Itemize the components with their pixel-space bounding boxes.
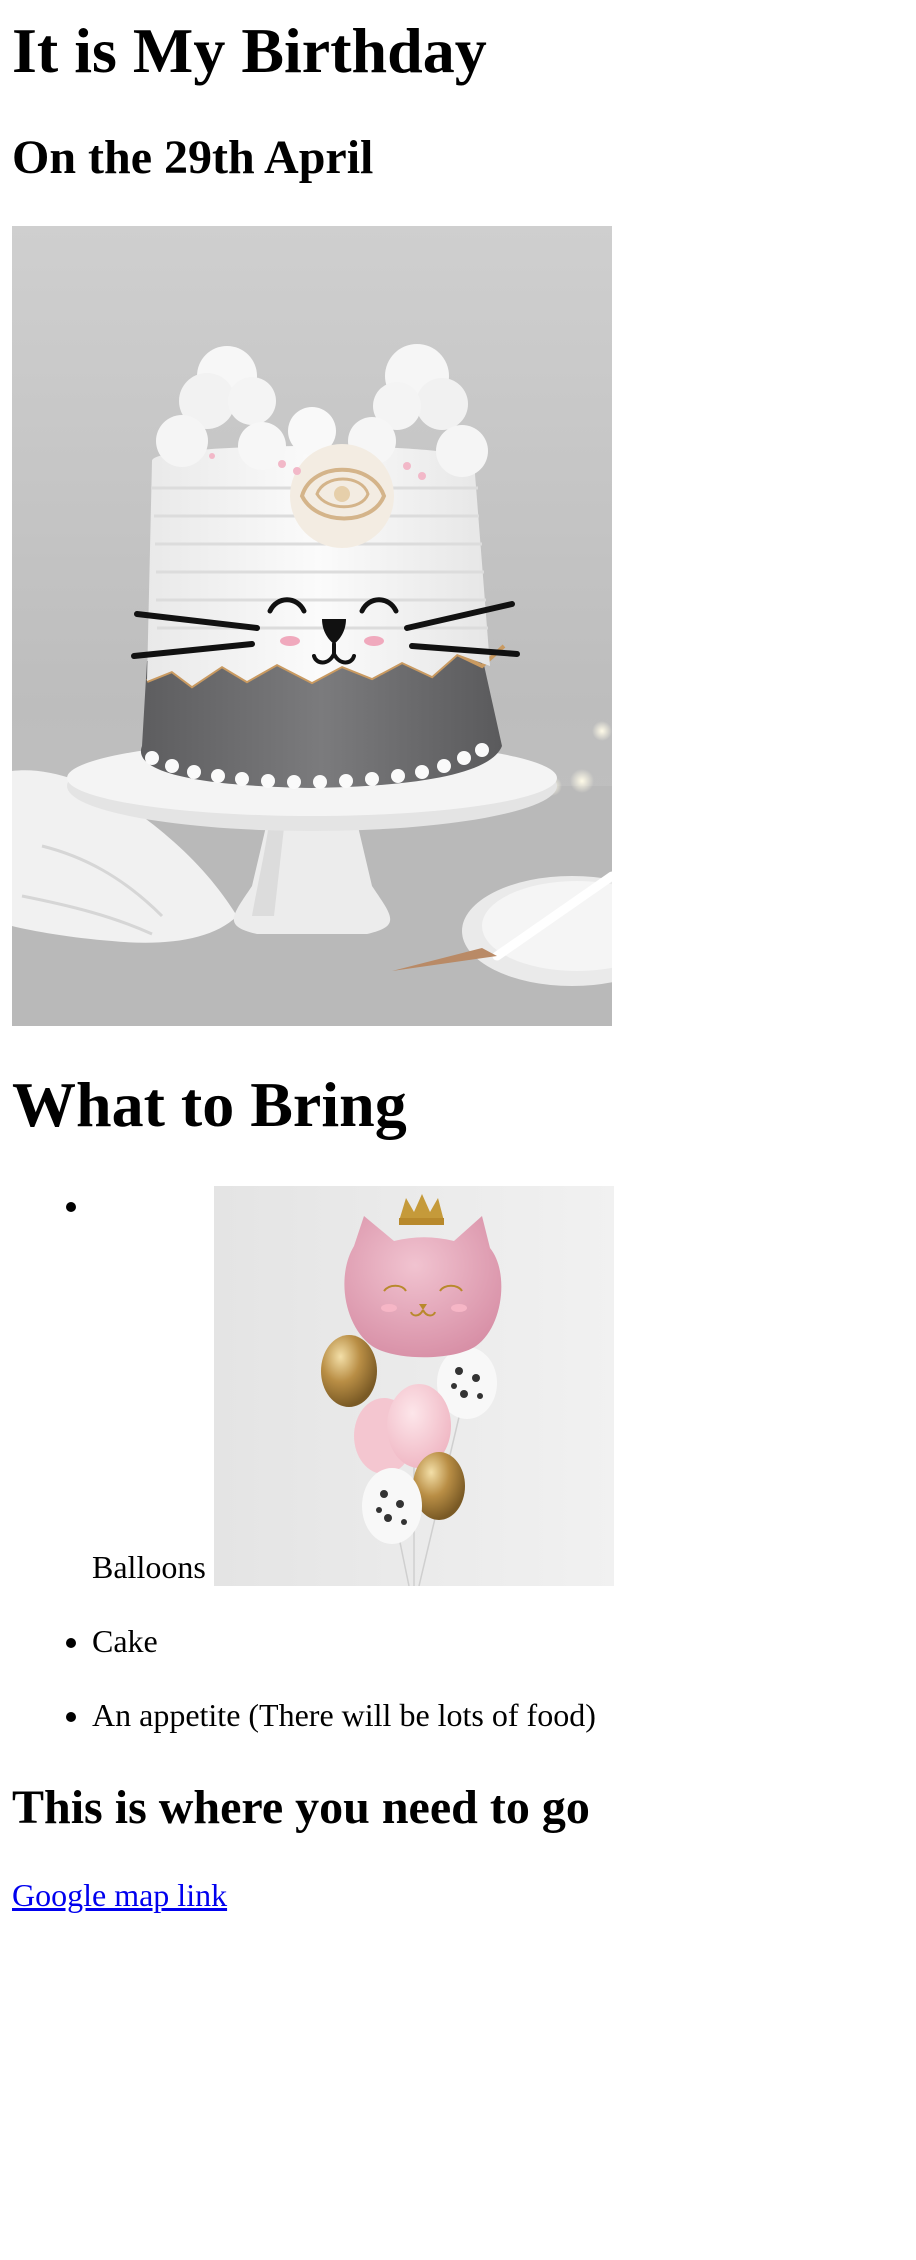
list-item-cake: Cake [92,1622,892,1660]
list-item-appetite: An appetite (There will be lots of food) [92,1696,892,1734]
list-item-balloons: Balloons [92,1186,892,1586]
cat-balloons-image [214,1186,614,1586]
what-to-bring-heading: What to Bring [12,1069,407,1140]
birthday-date: On the 29th April [12,131,374,184]
page-title: It is My Birthday [12,15,487,86]
bring-list: Balloons [12,1186,892,1734]
list-item-label: Cake [92,1623,158,1659]
list-item-label: Balloons [92,1549,206,1585]
location-heading: This is where you need to go [12,1781,590,1834]
google-map-link[interactable]: Google map link [12,1876,227,1914]
list-item-label: An appetite (There will be lots of food) [92,1697,596,1733]
cat-cake-image [12,226,612,1026]
